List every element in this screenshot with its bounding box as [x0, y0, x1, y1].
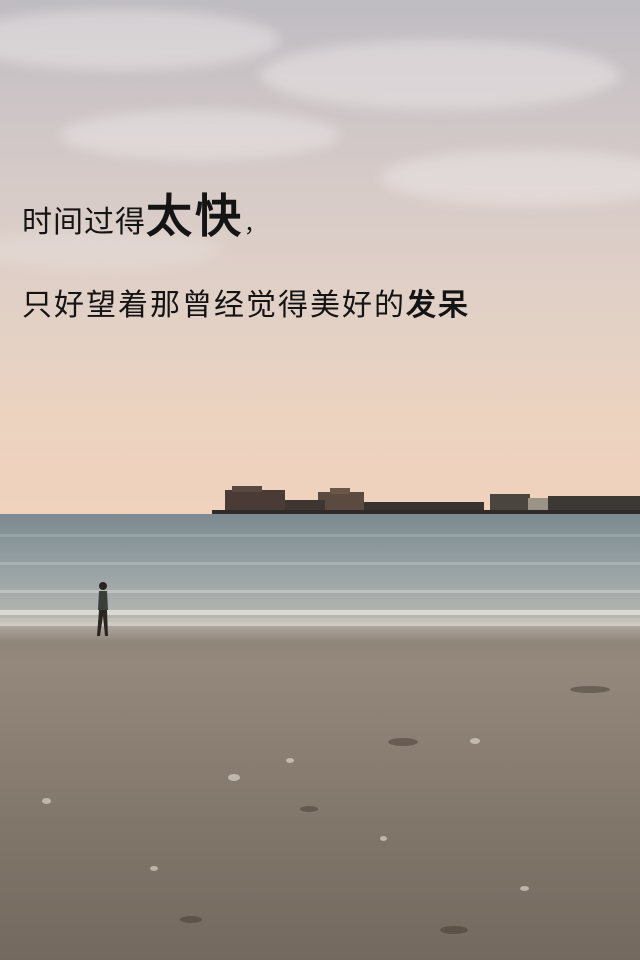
sky	[0, 0, 640, 516]
caption-line-1-emphasis: 太快	[146, 189, 244, 243]
walking-person	[97, 582, 108, 636]
caption-line-1-comma: ，	[244, 213, 268, 238]
caption-line-2-emphasis: 发呆	[406, 288, 470, 323]
caption-line-2: 只好望着那曾经觉得美好的发呆	[22, 284, 470, 328]
caption-line-2-prefix: 只好望着那曾经觉得美好的	[22, 288, 406, 323]
photo-scene: 时间过得太快， 只好望着那曾经觉得美好的发呆	[0, 0, 640, 960]
caption-line-1-prefix: 时间过得	[22, 205, 146, 240]
sandy-beach	[0, 626, 640, 960]
caption-line-1: 时间过得太快，	[22, 192, 267, 250]
